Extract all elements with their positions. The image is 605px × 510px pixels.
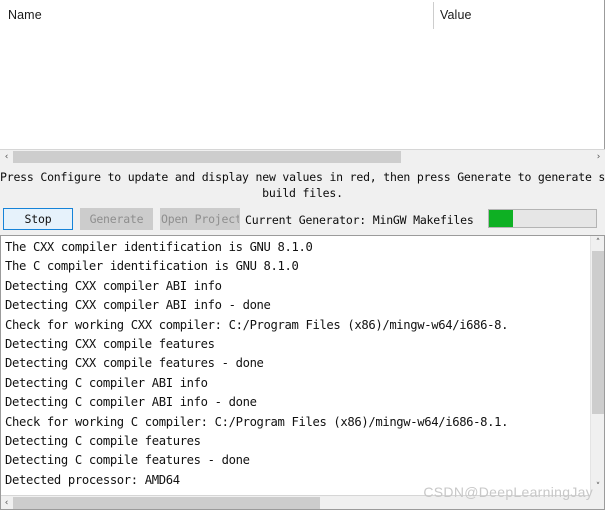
- watermark-text: CSDN@DeepLearningJay: [423, 484, 593, 500]
- log-line: Detecting C compile features - done: [5, 453, 250, 468]
- log-line: Detecting CXX compile features: [5, 337, 215, 352]
- column-header-value[interactable]: Value: [440, 8, 472, 22]
- cache-hscroll-track[interactable]: [13, 150, 592, 164]
- column-header-name[interactable]: Name: [8, 8, 42, 22]
- cache-variables-table[interactable]: Name Value: [0, 0, 605, 164]
- current-generator-label: Current Generator: MinGW Makefiles: [245, 213, 474, 227]
- log-vscrollbar[interactable]: ˄ ˅: [590, 236, 605, 509]
- open-project-button: Open Project: [160, 208, 240, 230]
- log-line: Check for working C compiler: C:/Program…: [5, 414, 509, 429]
- log-line: Detecting C compile features: [5, 434, 201, 449]
- cache-hscroll-thumb[interactable]: [13, 151, 401, 163]
- log-line: Detecting C compiler ABI info - done: [5, 395, 257, 410]
- log-output-text[interactable]: The CXX compiler identification is GNU 8…: [5, 238, 583, 490]
- table-body-empty[interactable]: [0, 29, 605, 149]
- scroll-down-arrow-icon[interactable]: ˅: [591, 480, 605, 494]
- scroll-right-arrow-icon[interactable]: ›: [592, 150, 605, 164]
- column-divider[interactable]: [433, 2, 434, 30]
- instruction-line-2: build files.: [262, 186, 343, 200]
- log-line: Detecting CXX compile features - done: [5, 356, 264, 371]
- log-line: The C compiler identification is GNU 8.1…: [5, 259, 299, 274]
- log-vscroll-thumb[interactable]: [592, 251, 605, 414]
- log-line: Detecting CXX compiler ABI info: [5, 278, 222, 293]
- instruction-text: Press Configure to update and display ne…: [0, 169, 605, 205]
- stop-button[interactable]: Stop: [3, 208, 73, 230]
- progress-bar: [488, 209, 597, 228]
- scroll-up-arrow-icon[interactable]: ˄: [591, 236, 605, 250]
- log-line: Check for working CXX compiler: C:/Progr…: [5, 317, 509, 332]
- cache-table-hscrollbar[interactable]: ‹ ›: [0, 149, 605, 164]
- log-line: Detecting C compiler ABI info: [5, 375, 208, 390]
- scroll-left-arrow-icon[interactable]: ‹: [0, 150, 13, 164]
- log-line: Detecting CXX compiler ABI info - done: [5, 298, 271, 313]
- log-scroll-left-arrow-icon[interactable]: ‹: [0, 496, 13, 510]
- log-line: The CXX compiler identification is GNU 8…: [5, 240, 313, 254]
- log-hscroll-thumb[interactable]: [13, 497, 320, 509]
- instruction-line-1: Press Configure to update and display ne…: [0, 170, 605, 184]
- progress-bar-fill: [489, 210, 513, 227]
- cmake-gui-window: Name Value ‹ › Press Configure to update…: [0, 0, 605, 510]
- table-header-row: Name Value: [0, 0, 605, 30]
- log-output-panel[interactable]: The CXX compiler identification is GNU 8…: [0, 235, 605, 510]
- generate-button: Generate: [80, 208, 153, 230]
